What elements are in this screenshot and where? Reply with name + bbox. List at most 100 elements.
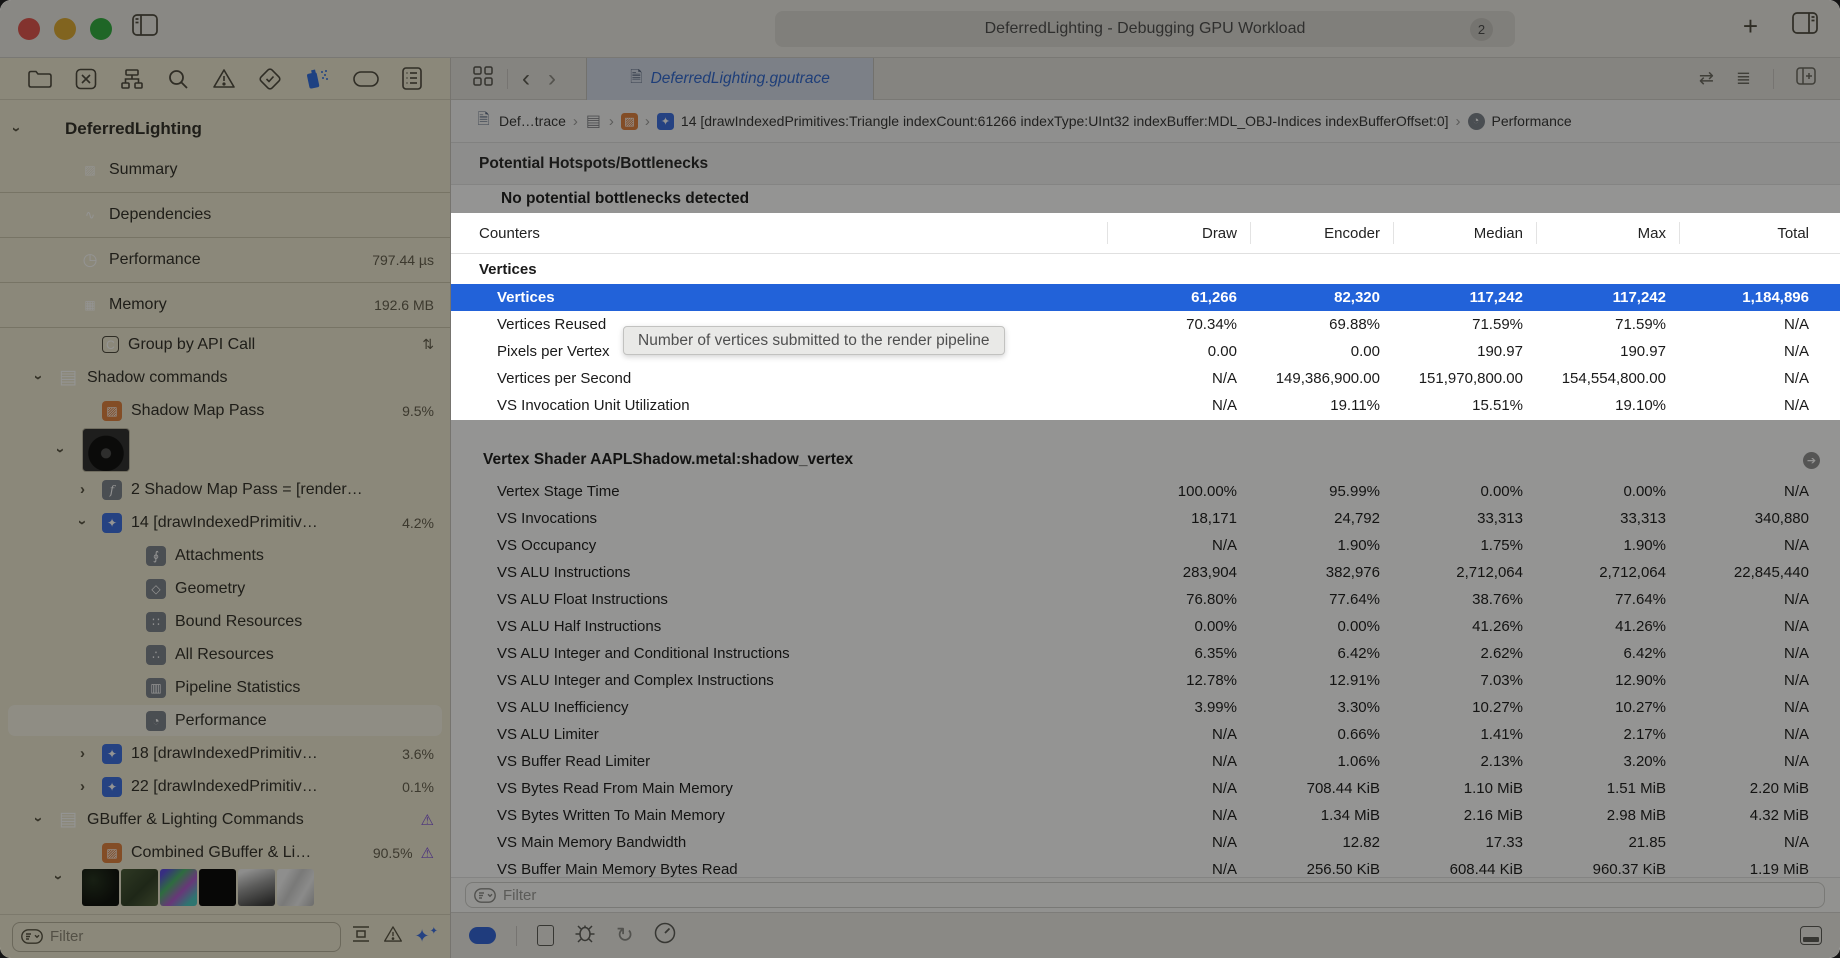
report-navigator-icon[interactable] [402, 67, 422, 90]
sidebar-tree-item[interactable]: 22 [drawIndexedPrimitiv… 0.1% [0, 770, 450, 803]
sidebar-tree-item[interactable]: Shadow commands [0, 361, 450, 394]
minimize-button[interactable] [54, 18, 76, 40]
texture-thumbnail[interactable] [238, 869, 275, 906]
gbuffer-texture-thumbnails[interactable] [0, 869, 450, 911]
breadcrumb-trace[interactable]: Def…trace [499, 113, 566, 129]
counter-row[interactable]: Vertices [451, 254, 1840, 284]
jump-to-shader-icon[interactable]: ➔ [1803, 451, 1820, 469]
sidebar-tree-item[interactable]: Performance 797.44 µs [0, 238, 450, 283]
counter-row[interactable]: VS ALU Float Instructions 76.80% 77.64% … [451, 586, 1840, 613]
minimap-lines-icon[interactable]: ≣ [1736, 68, 1751, 89]
tab-deferredlighting-gputrace[interactable]: 🗎 DeferredLighting.gputrace [586, 57, 874, 100]
disclosure-chevron-icon[interactable] [58, 442, 82, 459]
counters-column-header[interactable]: Counters [451, 225, 1107, 242]
toggle-right-sidebar-icon[interactable] [1792, 12, 1818, 39]
sidebar-tree-item[interactable]: Performance [0, 704, 450, 737]
disclosure-chevron-icon[interactable] [80, 778, 102, 795]
shadow-pass-thumbnail-row[interactable] [0, 427, 450, 473]
sidebar-tree-item[interactable]: 18 [drawIndexedPrimitiv… 3.6% [0, 737, 450, 770]
zoom-button[interactable] [90, 18, 112, 40]
draw-call-icon[interactable]: ✦ [656, 112, 674, 130]
counter-row[interactable]: VS Buffer Read Limiter N/A 1.06% 2.13% 3… [451, 748, 1840, 775]
memory-navigator-icon[interactable] [353, 70, 379, 87]
counter-row[interactable]: VS Main Memory Bandwidth N/A 12.82 17.33… [451, 829, 1840, 856]
sidebar-tree-item[interactable]: Memory 192.6 MB [0, 283, 450, 328]
counters-mode-pill[interactable] [469, 927, 496, 944]
reload-icon[interactable]: ↻ [616, 925, 634, 946]
disclosure-chevron-icon[interactable] [80, 481, 102, 498]
counter-row[interactable]: Vertices per Second N/A 149,386,900.00 1… [451, 365, 1840, 392]
sidebar-tree-item[interactable]: GBuffer & Lighting Commands [0, 803, 450, 836]
add-editor-icon[interactable] [1796, 67, 1816, 90]
sidebar-tree-item[interactable]: All Resources [0, 638, 450, 671]
value-column-header[interactable]: Total [1679, 222, 1822, 244]
flatten-hierarchy-icon[interactable] [351, 925, 371, 948]
sidebar-tree-item[interactable]: Summary [0, 148, 450, 193]
toggle-left-sidebar-icon[interactable] [132, 14, 158, 41]
texture-thumbnail[interactable] [199, 869, 236, 906]
disclosure-chevron-icon[interactable] [36, 369, 58, 386]
table-filter-field[interactable]: Filter [465, 882, 1825, 908]
counter-row[interactable]: VS ALU Inefficiency 3.99% 3.30% 10.27% 1… [451, 694, 1840, 721]
counter-row[interactable]: VS ALU Integer and Conditional Instructi… [451, 640, 1840, 667]
toggle-bottom-panel-icon[interactable] [1800, 926, 1822, 945]
tab-overview-icon[interactable] [473, 66, 493, 91]
disclosure-chevron-icon[interactable] [80, 514, 102, 531]
counter-row[interactable]: VS Bytes Written To Main Memory N/A 1.34… [451, 802, 1840, 829]
counter-row[interactable]: VS ALU Instructions 283,904 382,976 2,71… [451, 559, 1840, 586]
capture-navigator-icon[interactable] [75, 68, 97, 90]
texture-thumbnail[interactable] [121, 869, 158, 906]
disclosure-chevron-icon[interactable] [80, 745, 102, 762]
disclosure-chevron-icon[interactable] [56, 869, 80, 886]
performance-gauge-icon[interactable] [654, 922, 676, 949]
show-issues-icon[interactable] [383, 925, 403, 948]
group-hierarchy-icon[interactable] [120, 68, 144, 90]
render-pass-icon[interactable]: ▨ [620, 112, 638, 130]
sidebar-tree-item[interactable]: Combined GBuffer & Li… 90.5% [0, 836, 450, 869]
attachments-view-icon[interactable] [537, 925, 554, 946]
counter-row[interactable]: VS Invocation Unit Utilization N/A 19.11… [451, 392, 1840, 419]
sidebar-tree-item[interactable]: Geometry [0, 572, 450, 605]
value-column-header[interactable]: Encoder [1250, 222, 1393, 244]
sidebar-tree-item[interactable]: 14 [drawIndexedPrimitiv… 4.2% [0, 506, 450, 539]
value-column-header[interactable]: Max [1536, 222, 1679, 244]
sidebar-filter-field[interactable]: Filter [12, 921, 341, 952]
issues-navigator-icon[interactable] [212, 68, 236, 89]
show-draw-calls-icon[interactable]: ✦✦ [415, 926, 438, 947]
counter-row[interactable]: VS ALU Limiter N/A 0.66% 1.41% 2.17% N/A [451, 721, 1840, 748]
shader-debugger-icon[interactable] [574, 923, 596, 948]
counter-row[interactable]: Vertices 61,266 82,320 117,242 117,242 1… [451, 284, 1840, 311]
test-navigator-icon[interactable] [259, 67, 281, 90]
swap-editor-icon[interactable]: ⇄ [1699, 68, 1714, 89]
value-column-header[interactable]: Median [1393, 222, 1536, 244]
add-tab-button[interactable]: + [1743, 13, 1758, 39]
counter-row[interactable]: VS Invocations 18,171 24,792 33,313 33,3… [451, 505, 1840, 532]
breadcrumb-performance[interactable]: Performance [1492, 113, 1572, 129]
search-icon[interactable] [167, 68, 189, 90]
command-buffer-icon[interactable]: ▤ [585, 113, 602, 130]
sidebar-tree-item[interactable]: 2 Shadow Map Pass = [render… [0, 473, 450, 506]
texture-thumbnail[interactable] [82, 869, 119, 906]
forward-button[interactable]: › [548, 66, 556, 91]
sidebar-tree-item[interactable]: Bound Resources [0, 605, 450, 638]
texture-thumbnail[interactable] [160, 869, 197, 906]
sidebar-tree-item[interactable]: Pipeline Statistics [0, 671, 450, 704]
close-button[interactable] [18, 18, 40, 40]
counter-row[interactable]: VS ALU Half Instructions 0.00% 0.00% 41.… [451, 613, 1840, 640]
counter-row[interactable]: VS Occupancy N/A 1.90% 1.75% 1.90% N/A [451, 532, 1840, 559]
counter-row[interactable]: VS ALU Integer and Complex Instructions … [451, 667, 1840, 694]
sidebar-tree-item[interactable]: Shadow Map Pass 9.5% [0, 394, 450, 427]
sidebar-tree-item[interactable]: Attachments [0, 539, 450, 572]
shadow-map-texture-thumbnail[interactable] [82, 428, 130, 472]
back-button[interactable]: ‹ [522, 66, 530, 91]
folder-navigator-icon[interactable] [28, 69, 52, 89]
sidebar-tree-item[interactable]: DeferredLighting [0, 110, 450, 148]
sidebar-tree-item[interactable]: Dependencies [0, 193, 450, 238]
disclosure-chevron-icon[interactable] [14, 121, 36, 138]
gpu-frame-capture-icon[interactable] [304, 67, 330, 91]
breadcrumb-draw-call[interactable]: 14 [drawIndexedPrimitives:Triangle index… [681, 113, 1449, 129]
disclosure-chevron-icon[interactable] [36, 811, 58, 828]
value-column-header[interactable]: Draw [1107, 222, 1250, 244]
sidebar-tree-item[interactable]: Group by API Call ⇅ [0, 328, 450, 361]
counter-row[interactable]: VS Bytes Read From Main Memory N/A 708.4… [451, 775, 1840, 802]
